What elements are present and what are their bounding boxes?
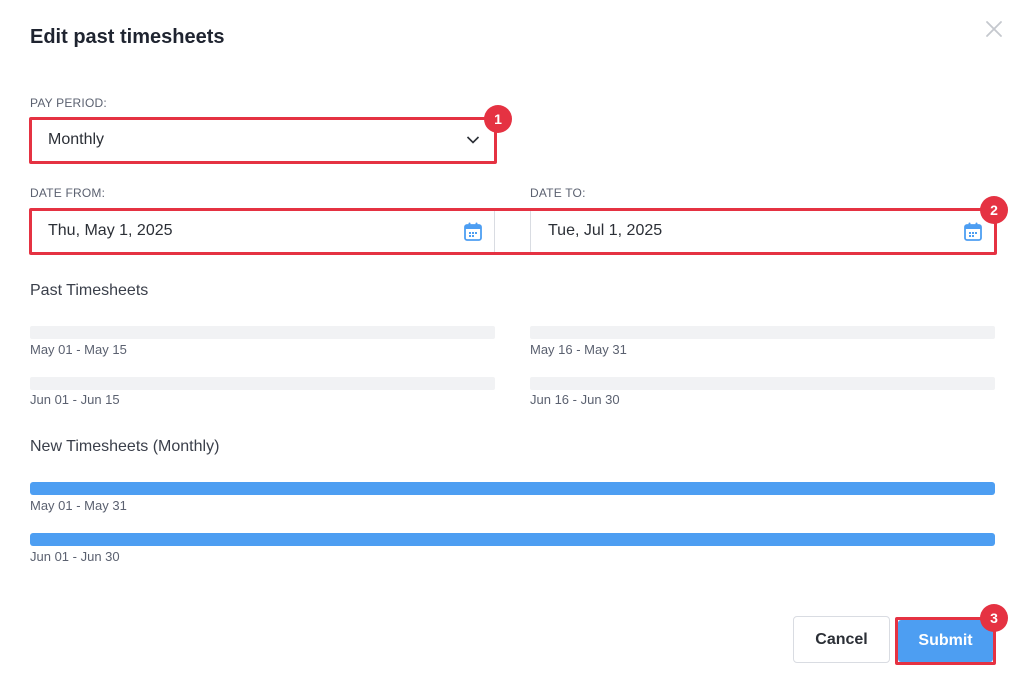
date-to-input[interactable]: Tue, Jul 1, 2025 (530, 208, 995, 254)
pay-period-label: PAY PERIOD: (30, 96, 107, 110)
new-timesheet-bar (30, 533, 995, 546)
past-timesheet-label: Jun 01 - Jun 15 (30, 392, 120, 407)
step-marker-3: 3 (980, 604, 1008, 632)
past-timesheet-label: Jun 16 - Jun 30 (530, 392, 620, 407)
new-timesheet-bar (30, 482, 995, 495)
date-to-label: DATE TO: (530, 186, 586, 200)
new-timesheets-title: New Timesheets (Monthly) (30, 438, 220, 455)
past-timesheet-bar (30, 377, 495, 390)
past-timesheet-bar (30, 326, 495, 339)
calendar-icon[interactable] (464, 222, 482, 241)
chevron-down-icon (466, 136, 480, 144)
past-timesheet-label: May 16 - May 31 (530, 342, 627, 357)
new-timesheet-label: May 01 - May 31 (30, 498, 127, 513)
dialog-title: Edit past timesheets (30, 26, 225, 48)
past-timesheet-label: May 01 - May 15 (30, 342, 127, 357)
submit-button[interactable]: Submit (898, 620, 993, 662)
date-to-value: Tue, Jul 1, 2025 (548, 222, 663, 239)
cancel-button[interactable]: Cancel (793, 616, 890, 663)
date-from-input[interactable]: Thu, May 1, 2025 (30, 208, 495, 254)
new-timesheet-label: Jun 01 - Jun 30 (30, 549, 120, 564)
close-icon[interactable] (985, 20, 1003, 38)
calendar-icon[interactable] (964, 222, 982, 241)
date-from-value: Thu, May 1, 2025 (48, 222, 173, 239)
date-from-label: DATE FROM: (30, 186, 106, 200)
step-marker-1: 1 (484, 105, 512, 133)
past-timesheet-bar (530, 377, 995, 390)
pay-period-value: Monthly (48, 131, 105, 148)
pay-period-select[interactable]: Monthly (30, 117, 497, 163)
past-timesheet-bar (530, 326, 995, 339)
past-timesheets-title: Past Timesheets (30, 282, 149, 299)
step-marker-2: 2 (980, 196, 1008, 224)
